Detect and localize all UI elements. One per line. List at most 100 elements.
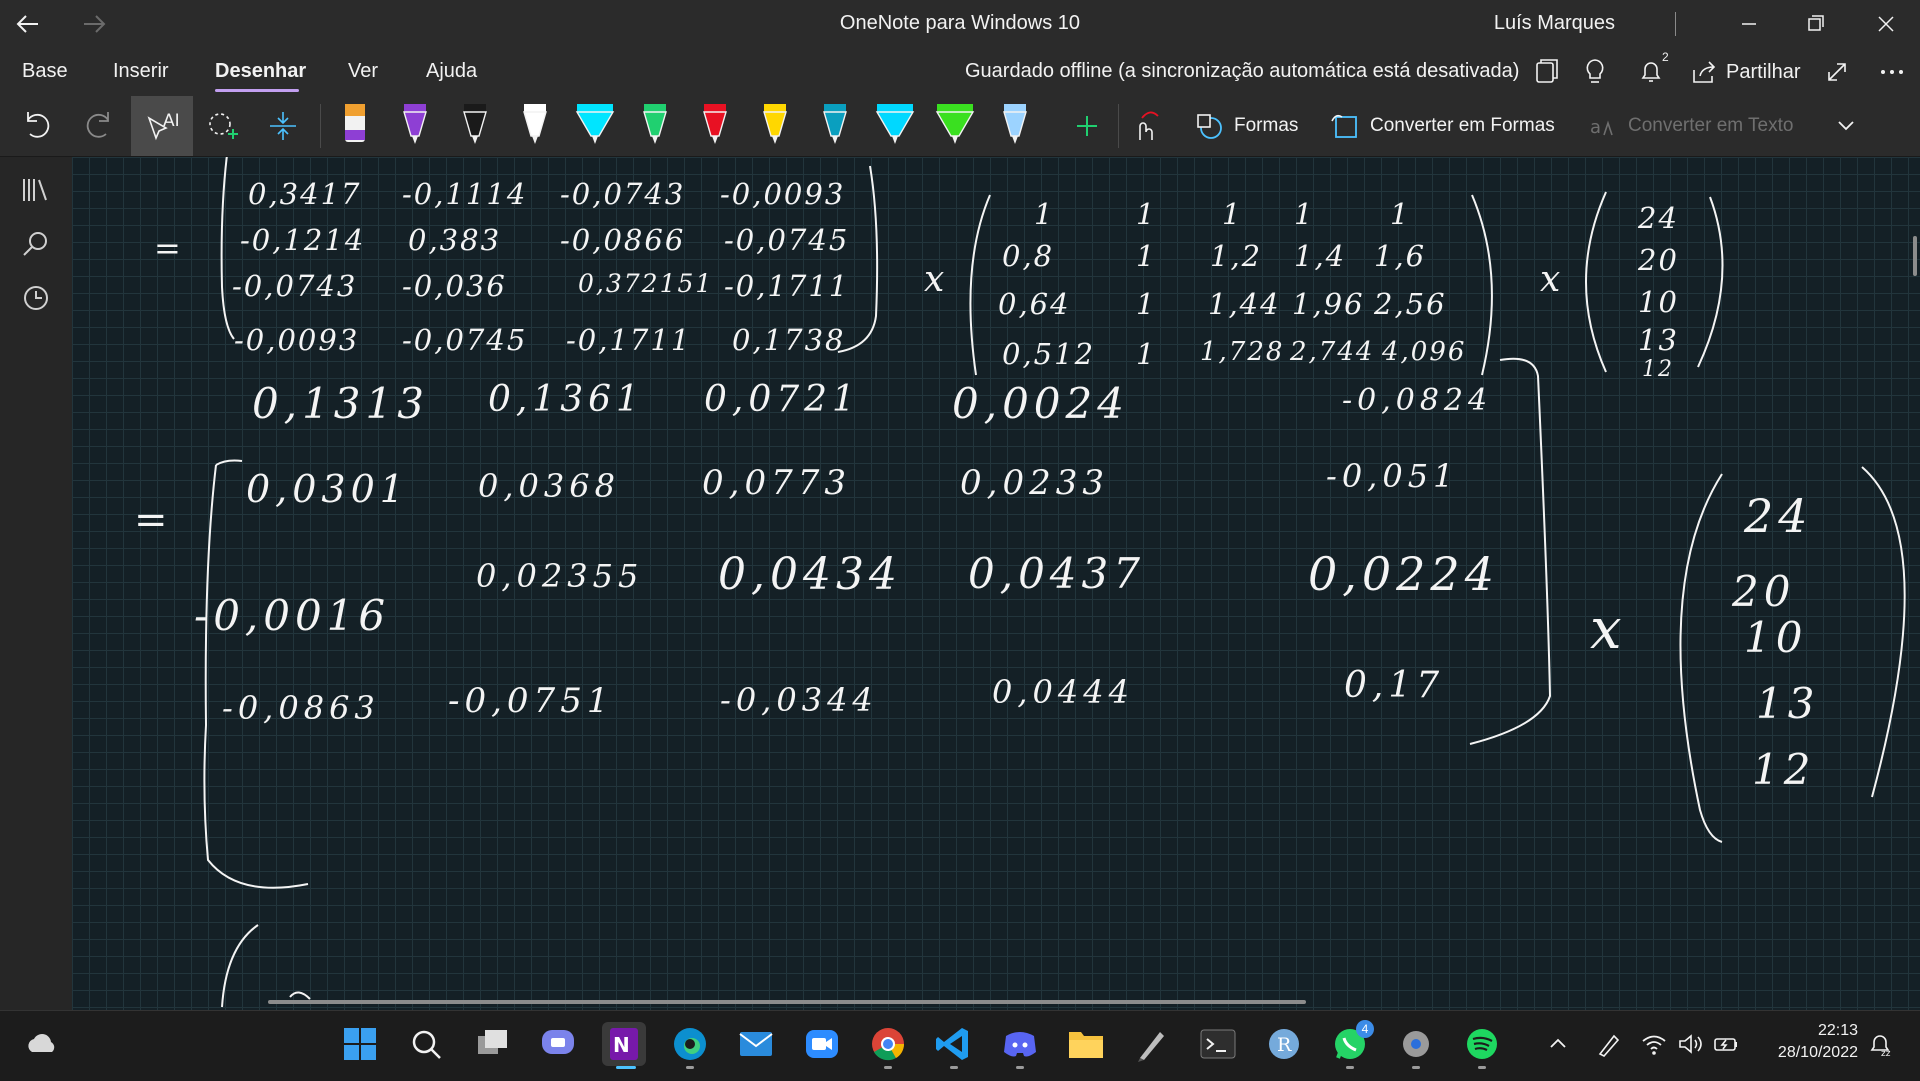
chevron-down-icon bbox=[1838, 121, 1854, 131]
mail-app[interactable] bbox=[734, 1022, 778, 1066]
notebooks-button[interactable] bbox=[1528, 56, 1564, 88]
matrix-cell: 1,2 bbox=[1210, 239, 1263, 273]
minimize-icon bbox=[1742, 23, 1756, 25]
clock-icon bbox=[24, 286, 48, 310]
matrix-cell: 1 bbox=[1390, 197, 1411, 231]
pen-tool-pen-yellow[interactable] bbox=[750, 96, 800, 156]
folder-icon bbox=[1069, 1032, 1103, 1058]
notification-center-button[interactable]: zz bbox=[1866, 1030, 1894, 1058]
spotify-app[interactable] bbox=[1460, 1022, 1504, 1066]
matrix-cell: 1,96 bbox=[1292, 287, 1365, 321]
matrix-cell: -0,0863 bbox=[222, 689, 380, 727]
more-options-button[interactable] bbox=[1874, 56, 1910, 88]
clock[interactable]: 22:13 28/10/2022 bbox=[1778, 1020, 1858, 1064]
expand-icon bbox=[1828, 63, 1846, 81]
note-canvas[interactable]: = x x = x 0,3417 -0,1114 -0,0743 -0,0093… bbox=[72, 157, 1920, 1010]
file-explorer-app[interactable] bbox=[1064, 1022, 1108, 1066]
pen-tool-highlighter-orange[interactable] bbox=[330, 96, 380, 156]
restore-button[interactable] bbox=[1785, 0, 1845, 48]
notebooks-nav-button[interactable] bbox=[18, 171, 54, 207]
library-icon bbox=[23, 179, 47, 201]
recent-nav-button[interactable] bbox=[18, 280, 54, 316]
app-indicator bbox=[1016, 1066, 1024, 1069]
start-button[interactable] bbox=[338, 1022, 382, 1066]
search-nav-button[interactable] bbox=[18, 227, 54, 263]
pen-tool-pen-aqua-wide[interactable] bbox=[870, 96, 920, 156]
pen-tool-pen-light-blue[interactable] bbox=[990, 96, 1040, 156]
edge-app[interactable] bbox=[668, 1022, 712, 1066]
teams-chat-app[interactable] bbox=[536, 1022, 580, 1066]
pen-icon bbox=[875, 104, 915, 144]
equals-sign: = bbox=[154, 229, 183, 267]
shape-select-tool[interactable] bbox=[198, 96, 248, 156]
taskbar-search-button[interactable] bbox=[404, 1022, 448, 1066]
vector-cell: 12 bbox=[1642, 357, 1674, 382]
left-navigation bbox=[0, 157, 72, 1010]
shapes-button[interactable]: Formas bbox=[1194, 108, 1298, 144]
search-icon bbox=[412, 1030, 441, 1059]
battery-button[interactable] bbox=[1712, 1030, 1740, 1058]
tab-base[interactable]: Base bbox=[22, 60, 68, 83]
pen-tool-pen-red[interactable] bbox=[690, 96, 740, 156]
show-hidden-icons-button[interactable] bbox=[1544, 1030, 1572, 1058]
share-button[interactable]: Partilhar bbox=[1690, 54, 1800, 90]
fullscreen-button[interactable] bbox=[1819, 56, 1855, 88]
terminal-app[interactable] bbox=[1196, 1022, 1240, 1066]
onenote-app[interactable]: N bbox=[602, 1022, 646, 1066]
pen-tool-pen-black[interactable] bbox=[450, 96, 500, 156]
redo-button[interactable] bbox=[76, 98, 122, 154]
weather-widget[interactable] bbox=[20, 1022, 64, 1066]
user-name[interactable]: Luís Marques bbox=[1494, 12, 1615, 35]
task-view-button[interactable] bbox=[470, 1022, 514, 1066]
tell-me-button[interactable] bbox=[1577, 56, 1613, 88]
lightbulb-icon bbox=[1586, 59, 1604, 83]
settings-app[interactable] bbox=[1394, 1022, 1438, 1066]
zoom-app[interactable] bbox=[800, 1022, 844, 1066]
r-app[interactable]: R bbox=[1262, 1022, 1306, 1066]
tab-desenhar[interactable]: Desenhar bbox=[215, 60, 306, 83]
matrix-cell: 0,0233 bbox=[960, 463, 1109, 503]
tab-ver[interactable]: Ver bbox=[348, 60, 378, 83]
windows-icon bbox=[344, 1028, 376, 1060]
convert-to-shapes-button[interactable]: Converter em Formas bbox=[1330, 108, 1555, 144]
horizontal-scrollbar[interactable] bbox=[268, 1000, 1306, 1004]
matrix-cell: 1,44 bbox=[1208, 287, 1281, 321]
tab-ajuda[interactable]: Ajuda bbox=[426, 60, 477, 83]
discord-app[interactable] bbox=[998, 1022, 1042, 1066]
pen-tool-pen-cyan-wide[interactable] bbox=[570, 96, 620, 156]
pen-tool-pen-teal[interactable] bbox=[810, 96, 860, 156]
pen-app[interactable] bbox=[1130, 1022, 1174, 1066]
tab-inserir[interactable]: Inserir bbox=[113, 60, 169, 83]
share-label: Partilhar bbox=[1726, 60, 1801, 83]
pen-tool-pen-purple[interactable] bbox=[390, 96, 440, 156]
ribbon-collapse-button[interactable] bbox=[1830, 110, 1862, 142]
app-indicator bbox=[1412, 1066, 1420, 1069]
lasso-select-tool[interactable]: AI bbox=[131, 96, 193, 156]
pen-menu-button[interactable] bbox=[1594, 1030, 1622, 1058]
matrix-cell: 0,1313 bbox=[252, 379, 429, 428]
network-button[interactable] bbox=[1640, 1030, 1668, 1058]
add-space-tool[interactable] bbox=[258, 96, 308, 156]
gear-icon bbox=[1403, 1031, 1429, 1057]
volume-button[interactable] bbox=[1676, 1030, 1704, 1058]
close-button[interactable] bbox=[1855, 0, 1915, 48]
matrix-cell: -0,0745 bbox=[724, 223, 850, 257]
pen-tool-pen-green[interactable] bbox=[630, 96, 680, 156]
matrix-cell: 0,383 bbox=[408, 223, 502, 257]
vscode-app[interactable] bbox=[932, 1022, 976, 1066]
undo-button[interactable] bbox=[14, 98, 60, 154]
ink-to-math-tool[interactable] bbox=[1122, 96, 1172, 156]
pen-tool-pen-white[interactable] bbox=[510, 96, 560, 156]
matrix-cell: -0,0743 bbox=[232, 269, 358, 303]
add-pen-button[interactable] bbox=[1062, 96, 1112, 156]
matrix-cell: -0,0751 bbox=[448, 681, 614, 721]
minimize-button[interactable] bbox=[1718, 0, 1778, 48]
matrix-cell: 1,728 bbox=[1200, 337, 1285, 367]
toolbar-separator bbox=[1118, 104, 1119, 148]
vertical-scrollbar[interactable] bbox=[1913, 236, 1917, 276]
chrome-app[interactable] bbox=[866, 1022, 910, 1066]
r-logo-icon: R bbox=[1269, 1029, 1299, 1059]
pen-tool-pen-lime-wide[interactable] bbox=[930, 96, 980, 156]
matrix-cell: -0,1214 bbox=[240, 223, 366, 257]
matrix-cell: -0,1114 bbox=[402, 177, 528, 211]
